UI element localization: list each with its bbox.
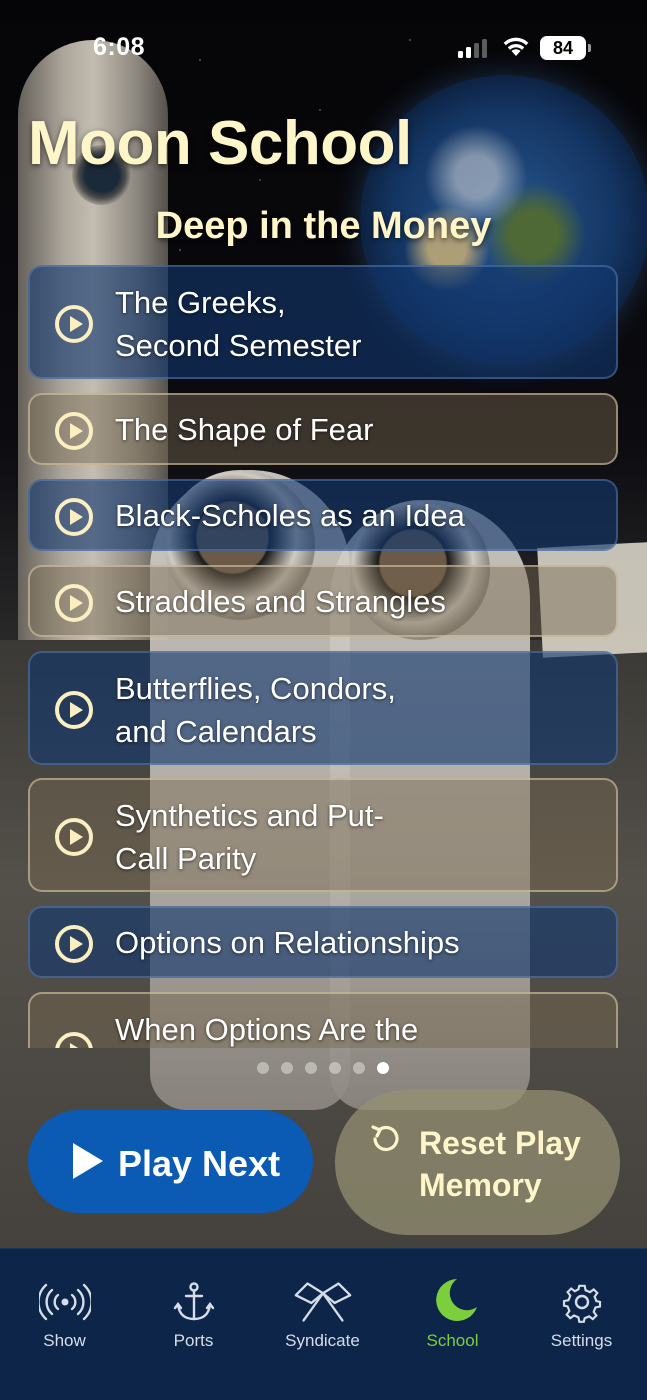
episode-item[interactable]: Options on Relationships (28, 906, 618, 978)
episode-title: Black-Scholes as an Idea (115, 498, 465, 533)
page-dot[interactable] (257, 1062, 269, 1074)
play-icon (73, 1143, 103, 1179)
play-circle-icon (55, 412, 93, 450)
reset-label: Reset Play Memory (419, 1125, 581, 1203)
tab-settings[interactable]: Settings (517, 1249, 646, 1369)
broadcast-icon (38, 1283, 91, 1321)
play-circle-icon (55, 818, 93, 856)
gear-icon (562, 1284, 601, 1323)
play-next-label: Play Next (118, 1143, 281, 1184)
play-circle-icon (55, 925, 93, 963)
play-circle-icon (55, 498, 93, 536)
tab-label: Syndicate (285, 1331, 360, 1350)
episode-title: When Options Are the (115, 1012, 419, 1047)
page-dot[interactable] (353, 1062, 365, 1074)
play-circle-icon (55, 1032, 93, 1048)
page-dot[interactable] (281, 1062, 293, 1074)
flags-icon (294, 1282, 351, 1322)
episode-title: Straddles and Strangles (115, 584, 446, 619)
episode-item[interactable]: The Greeks, Second Semester (28, 265, 618, 379)
episode-title: Synthetics and Put- Call Parity (115, 798, 384, 876)
tab-school[interactable]: School (388, 1249, 517, 1369)
play-circle-icon (55, 691, 93, 729)
status-time: 6:08 (93, 33, 146, 61)
tab-show[interactable]: Show (0, 1249, 129, 1369)
page-dot[interactable] (305, 1062, 317, 1074)
tab-label: Ports (173, 1331, 214, 1350)
moon-icon (435, 1279, 477, 1321)
status-bar: 6:08 84 (0, 0, 647, 90)
tab-syndicate[interactable]: Syndicate (258, 1249, 387, 1369)
page-indicator[interactable] (257, 1062, 389, 1074)
page-dot-active[interactable] (377, 1062, 389, 1074)
episode-item[interactable]: When Options Are the (28, 992, 618, 1048)
play-circle-icon (55, 305, 93, 343)
cellular-signal-icon (458, 38, 490, 58)
episode-title: The Greeks, Second Semester (115, 285, 362, 363)
episode-item[interactable]: Butterflies, Condors, and Calendars (28, 651, 618, 765)
episode-item[interactable]: The Shape of Fear (28, 393, 618, 465)
episode-item[interactable]: Straddles and Strangles (28, 565, 618, 637)
anchor-icon (173, 1282, 214, 1321)
tab-bar: Show Ports Syndicate School Settings (0, 1248, 647, 1400)
play-circle-icon (55, 584, 93, 622)
tab-ports[interactable]: Ports (129, 1249, 258, 1369)
episode-item[interactable]: Synthetics and Put- Call Parity (28, 778, 618, 892)
page-title: Moon School (28, 109, 412, 178)
page-dot[interactable] (329, 1062, 341, 1074)
episode-list[interactable]: The Greeks, Second Semester The Shape of… (28, 265, 620, 1048)
episode-item[interactable]: Black-Scholes as an Idea (28, 479, 618, 551)
episode-title: The Shape of Fear (115, 412, 374, 447)
section-subtitle: Deep in the Money (155, 205, 492, 247)
wifi-icon (503, 37, 529, 56)
reset-icon (371, 1125, 399, 1152)
play-next-button[interactable]: Play Next (28, 1110, 313, 1213)
reset-play-memory-button[interactable]: Reset Play Memory (335, 1090, 620, 1235)
tab-label: Settings (550, 1331, 613, 1350)
tab-label: School (426, 1331, 479, 1350)
battery-indicator: 84 (540, 36, 591, 60)
episode-title: Butterflies, Condors, and Calendars (115, 671, 396, 749)
episode-title: Options on Relationships (115, 925, 460, 960)
tab-label: Show (43, 1331, 86, 1350)
